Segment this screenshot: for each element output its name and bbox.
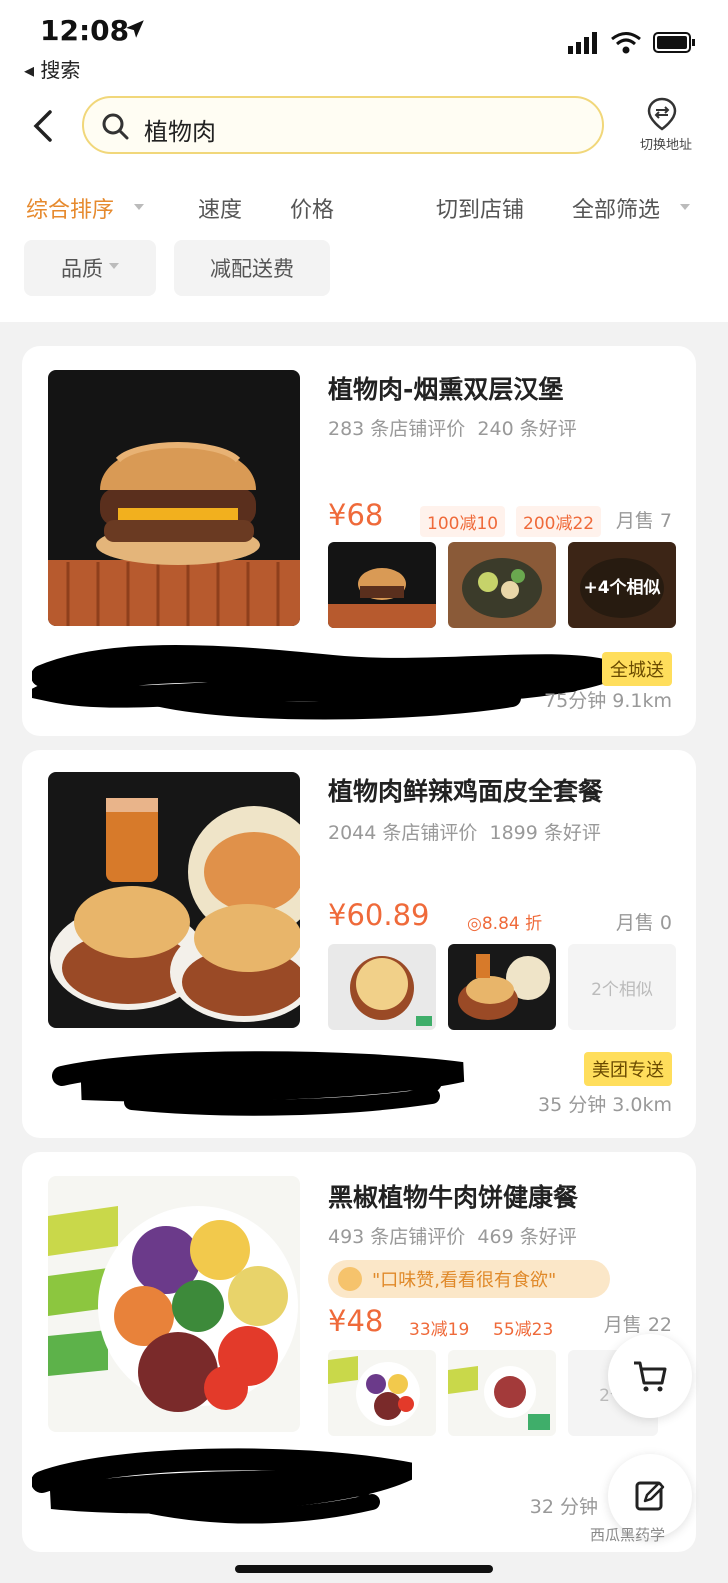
- discount-label: 8.84 折: [481, 914, 543, 934]
- header: 12:08 ◂ 搜索 植物肉 切换地址 综合排序 速度 价格 切到店铺 全部筛选…: [0, 0, 728, 322]
- discount-badge: ◎8.84 折: [460, 906, 549, 937]
- thumbnail[interactable]: [448, 542, 556, 628]
- good-review-count: 469 条好评: [477, 1226, 577, 1248]
- discount-icon: ◎: [467, 914, 482, 934]
- back-to-search-link[interactable]: ◂ 搜索: [24, 54, 80, 83]
- delivery-eta: 32 分钟: [529, 1496, 598, 1518]
- smile-icon: [338, 1267, 362, 1291]
- back-chevron-icon[interactable]: [28, 108, 58, 144]
- filter-chip-label: 品质: [61, 257, 103, 281]
- all-filters[interactable]: 全部筛选: [572, 192, 660, 224]
- coupon-badge: 33减19: [409, 1320, 470, 1340]
- cart-icon: [634, 1361, 667, 1392]
- search-icon: [102, 113, 129, 140]
- switch-to-shops[interactable]: 切到店铺: [436, 192, 524, 224]
- wifi-icon: [611, 32, 641, 54]
- item-title[interactable]: 植物肉-烟熏双层汉堡: [328, 370, 563, 406]
- switch-address-label[interactable]: 切换地址: [626, 134, 706, 153]
- thumbnail[interactable]: [328, 944, 436, 1030]
- redaction-scribble: [52, 1051, 465, 1116]
- result-card[interactable]: 黑椒植物牛肉饼健康餐 493 条店铺评价 469 条好评 "口味赞,看看很有食欲…: [22, 1152, 696, 1552]
- thumbnail[interactable]: [328, 542, 436, 628]
- chevron-down-icon: [680, 204, 690, 210]
- home-indicator[interactable]: [235, 1565, 493, 1573]
- thumbnail[interactable]: [448, 1350, 556, 1436]
- more-similar-thumbnail[interactable]: +4个相似: [568, 542, 676, 628]
- thumbnail[interactable]: [448, 944, 556, 1030]
- edit-icon: [635, 1481, 665, 1511]
- monthly-sales: 月售 22: [603, 1314, 672, 1336]
- status-icons: [568, 32, 695, 54]
- delivery-tag: 美团专送: [584, 1052, 672, 1086]
- good-review-count: 240 条好评: [477, 418, 577, 440]
- item-title[interactable]: 黑椒植物牛肉饼健康餐: [328, 1178, 578, 1214]
- watermark: 西瓜黑药学: [590, 1526, 666, 1544]
- cart-button[interactable]: [608, 1334, 692, 1418]
- more-similar-button[interactable]: 2个相似: [568, 944, 676, 1030]
- status-time: 12:08: [40, 14, 130, 47]
- search-input[interactable]: 植物肉: [82, 96, 604, 154]
- location-arrow-icon: [126, 20, 144, 38]
- result-card[interactable]: 植物肉-烟熏双层汉堡 283 条店铺评价 240 条好评 ¥68 100减10 …: [22, 346, 696, 736]
- item-reviews: 2044 条店铺评价 1899 条好评: [328, 818, 601, 845]
- burger-image: [48, 370, 300, 626]
- review-highlight-text: "口味赞,看看很有食欲": [372, 1270, 557, 1291]
- search-query: 植物肉: [144, 118, 216, 146]
- item-reviews: 283 条店铺评价 240 条好评: [328, 414, 577, 441]
- redaction-scribble: [32, 645, 612, 720]
- delivery-tag: 全城送: [602, 652, 672, 686]
- store-review-count: 283 条店铺评价: [328, 418, 466, 440]
- filter-chip-reduced-delivery[interactable]: 减配送费: [174, 240, 330, 296]
- chevron-down-icon: [109, 263, 119, 269]
- chevron-down-icon: [134, 204, 144, 210]
- meal-image: [48, 772, 300, 1028]
- monthly-sales: 月售 7: [615, 510, 672, 532]
- item-price: ¥48: [328, 1304, 384, 1338]
- item-title[interactable]: 植物肉鲜辣鸡面皮全套餐: [328, 772, 603, 808]
- item-price: ¥60.89: [328, 898, 430, 932]
- filter-chip-quality[interactable]: 品质: [24, 240, 156, 296]
- monthly-sales: 月售 0: [615, 912, 672, 934]
- result-card[interactable]: 植物肉鲜辣鸡面皮全套餐 2044 条店铺评价 1899 条好评 ¥60.89 ◎…: [22, 750, 696, 1138]
- sort-comprehensive[interactable]: 综合排序: [26, 192, 114, 224]
- coupon-badge: 55减23: [493, 1320, 554, 1340]
- good-review-count: 1899 条好评: [489, 822, 601, 844]
- delivery-eta: 35 分钟 3.0km: [538, 1094, 672, 1116]
- sort-price[interactable]: 价格: [290, 192, 334, 224]
- delivery-eta: 75分钟 9.1km: [544, 690, 672, 712]
- signal-icon: [568, 32, 597, 54]
- more-similar-label: +4个相似: [568, 542, 676, 628]
- review-highlight-badge: "口味赞,看看很有食欲": [328, 1260, 610, 1298]
- healthy-meal-image: [48, 1176, 300, 1432]
- switch-address-icon[interactable]: [644, 96, 680, 132]
- coupon-badge: 100减10: [420, 506, 506, 537]
- coupon-badge: 200减22: [516, 506, 602, 537]
- thumbnail[interactable]: [328, 1350, 436, 1436]
- store-review-count: 2044 条店铺评价: [328, 822, 478, 844]
- battery-icon: [653, 32, 695, 53]
- sort-speed[interactable]: 速度: [198, 192, 242, 224]
- item-price: ¥68: [328, 498, 384, 532]
- store-review-count: 493 条店铺评价: [328, 1226, 466, 1248]
- item-reviews: 493 条店铺评价 469 条好评: [328, 1222, 577, 1249]
- redaction-scribble: [32, 1448, 412, 1524]
